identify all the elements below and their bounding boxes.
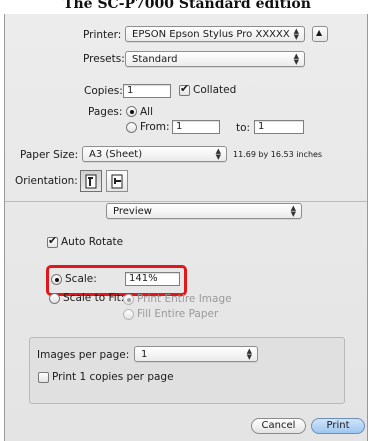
paper-size-label: Paper Size: (20, 149, 79, 161)
paper-size-value: A3 (Sheet) (89, 149, 143, 160)
pages-label: Pages: (88, 106, 123, 118)
disclosure-triangle-icon: ▲ (316, 28, 323, 37)
print-button[interactable]: Print (311, 418, 365, 434)
orientation-label: Orientation: (15, 175, 78, 187)
copies-label: Copies: (84, 85, 123, 97)
popup-arrows-icon: ▲ ▼ (293, 27, 299, 41)
scale-to-fit-label: Scale to Fit: (63, 292, 125, 304)
popup-arrows-icon: ▲ ▼ (246, 347, 252, 361)
pages-to-value: 1 (258, 121, 265, 132)
collated-label: Collated (193, 84, 237, 96)
fill-entire-paper-radio[interactable] (123, 309, 134, 320)
paper-dimensions: 11.69 by 16.53 inches (233, 150, 323, 159)
disclosure-button[interactable]: ▲ (312, 26, 328, 42)
images-per-page-popup[interactable]: 1 ▲ ▼ (134, 346, 258, 362)
pages-from-radio[interactable] (126, 122, 137, 133)
auto-rotate-checkbox[interactable] (47, 234, 58, 248)
landscape-icon (111, 174, 123, 189)
popup-arrows-icon: ▲ ▼ (290, 204, 296, 218)
printer-value: EPSON Epson Stylus Pro XXXXX (132, 29, 290, 40)
section-popup[interactable]: Preview ▲ ▼ (106, 203, 302, 219)
popup-arrows-icon: ▲ ▼ (215, 147, 221, 161)
pages-from-value: 1 (176, 121, 183, 132)
scale-to-fit-radio[interactable] (49, 293, 60, 304)
print-copies-checkbox[interactable] (38, 372, 49, 383)
print-dialog: Printer: EPSON Epson Stylus Pro XXXXX ▲ ▼… (4, 14, 368, 441)
separator (5, 201, 367, 202)
pages-all-radio[interactable] (126, 106, 137, 117)
fill-entire-paper-label: Fill Entire Paper (137, 308, 219, 320)
auto-rotate-label: Auto Rotate (61, 236, 124, 248)
presets-popup[interactable]: Standard ▲ ▼ (125, 51, 305, 67)
portrait-icon (85, 174, 97, 189)
copies-field[interactable]: 1 (123, 84, 171, 98)
images-per-page-label: Images per page: (37, 349, 130, 361)
printer-popup[interactable]: EPSON Epson Stylus Pro XXXXX ▲ ▼ (125, 26, 305, 42)
images-per-page-value: 1 (141, 349, 148, 360)
presets-value: Standard (132, 54, 178, 65)
popup-arrows-icon: ▲ ▼ (293, 52, 299, 66)
pages-to-label: to: (236, 122, 251, 134)
pages-from-field[interactable]: 1 (172, 120, 220, 134)
print-copies-label: Print 1 copies per page (52, 371, 174, 383)
section-value: Preview (113, 206, 152, 217)
pages-to-field[interactable]: 1 (254, 120, 304, 134)
page-caption: The SC-P7000 Standard edition (63, 0, 311, 12)
print-entire-image-label: Print Entire Image (137, 293, 232, 305)
collated-checkbox[interactable] (179, 82, 190, 96)
cancel-button[interactable]: Cancel (251, 418, 306, 434)
print-entire-image-radio[interactable] (123, 294, 134, 305)
portrait-orientation-button[interactable] (80, 170, 102, 192)
copies-value: 1 (127, 85, 134, 96)
paper-size-popup[interactable]: A3 (Sheet) ▲ ▼ (82, 146, 227, 162)
pages-from-label: From: (140, 121, 170, 133)
pages-all-label: All (140, 106, 154, 118)
layout-panel: Images per page: 1 ▲ ▼ Print 1 copies per… (29, 337, 345, 404)
landscape-orientation-button[interactable] (106, 170, 128, 192)
presets-label: Presets: (83, 53, 125, 65)
printer-label: Printer: (83, 29, 122, 41)
